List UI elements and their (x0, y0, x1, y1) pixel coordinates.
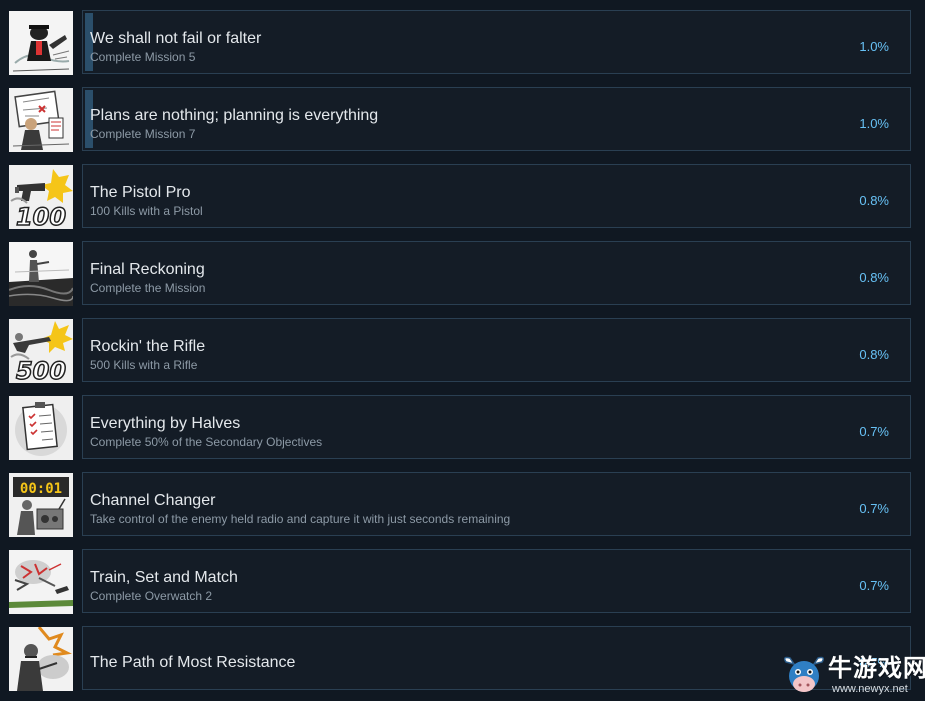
achievement-percent: 1.0% (859, 39, 889, 54)
achievement-percent: 0.8% (859, 270, 889, 285)
achievement-description: Complete the Mission (90, 281, 206, 295)
svg-text:500: 500 (16, 357, 66, 383)
achievement-description: Take control of the enemy held radio and… (90, 512, 511, 526)
achievement-title: Everything by Halves (90, 415, 241, 432)
achievement-percent: 0.7% (859, 501, 889, 516)
achievement-card[interactable]: Everything by Halves Complete 50% of the… (82, 395, 911, 459)
cow-logo-icon (783, 656, 825, 692)
achievement-card[interactable]: Channel Changer Take control of the enem… (82, 472, 911, 536)
svg-text:00:01: 00:01 (20, 481, 62, 497)
achievement-percent: 0.8% (859, 193, 889, 208)
achievement-card[interactable]: Rockin' the Rifle 500 Kills with a Rifle… (82, 318, 911, 382)
achievement-title: Train, Set and Match (90, 569, 238, 586)
achievement-card[interactable]: Final Reckoning Complete the Mission 0.8… (82, 241, 911, 305)
achievement-row: Final Reckoning Complete the Mission 0.8… (0, 241, 925, 307)
explosion-train-icon (9, 550, 73, 614)
achievement-title: The Path of Most Resistance (90, 654, 296, 671)
achievement-description: Complete 50% of the Secondary Objectives (90, 435, 323, 449)
achievement-list: We shall not fail or falter Complete Mis… (0, 0, 925, 701)
achievement-title: We shall not fail or falter (90, 30, 262, 47)
achievement-description: Complete Overwatch 2 (90, 589, 213, 603)
pistol-100-icon: 100 (9, 165, 73, 229)
achievement-description: 500 Kills with a Rifle (90, 358, 198, 372)
svg-text:100: 100 (16, 203, 66, 229)
achievement-card[interactable]: The Pistol Pro 100 Kills with a Pistol 0… (82, 164, 911, 228)
achievement-title: Plans are nothing; planning is everythin… (90, 107, 379, 124)
achievement-title: Final Reckoning (90, 261, 205, 278)
achievement-card[interactable]: We shall not fail or falter Complete Mis… (82, 10, 911, 74)
site-watermark: 牛游戏网 www.newyx.net (780, 652, 925, 701)
achievement-row: 00:01 Channel Changer Take control of th… (0, 472, 925, 538)
achievement-percent: 0.8% (859, 347, 889, 362)
soldier-landscape-icon (9, 242, 73, 306)
achievement-percent: 1.0% (859, 116, 889, 131)
achievement-percent: 0.7% (859, 424, 889, 439)
achievement-description: 100 Kills with a Pistol (90, 204, 203, 218)
rifle-500-icon: 500 (9, 319, 73, 383)
watermark-brand: 牛游戏网 (828, 654, 925, 682)
achievement-title: Rockin' the Rifle (90, 338, 206, 355)
checklist-clipboard-icon (9, 396, 73, 460)
achievement-title: The Pistol Pro (90, 184, 191, 201)
achievement-card[interactable]: Plans are nothing; planning is everythin… (82, 87, 911, 151)
achievement-row: Plans are nothing; planning is everythin… (0, 87, 925, 153)
achievement-row: Train, Set and Match Complete Overwatch … (0, 549, 925, 615)
achievement-row: 500 Rockin' the Rifle 500 Kills with a R… (0, 318, 925, 384)
radio-timer-icon: 00:01 (9, 473, 73, 537)
achievement-percent: 0.7% (859, 578, 889, 593)
soldier-explosion-icon (9, 627, 73, 691)
planning-map-icon (9, 88, 73, 152)
achievement-card[interactable]: Train, Set and Match Complete Overwatch … (82, 549, 911, 613)
achievement-description: Complete Mission 7 (90, 127, 196, 141)
achievement-row: Everything by Halves Complete 50% of the… (0, 395, 925, 461)
achievement-row: 100 The Pistol Pro 100 Kills with a Pist… (0, 164, 925, 230)
achievement-title: Channel Changer (90, 492, 216, 509)
achievement-description: Complete Mission 5 (90, 50, 196, 64)
mission-briefing-icon (9, 11, 73, 75)
watermark-url: www.newyx.net (832, 683, 908, 695)
achievement-row: We shall not fail or falter Complete Mis… (0, 10, 925, 76)
